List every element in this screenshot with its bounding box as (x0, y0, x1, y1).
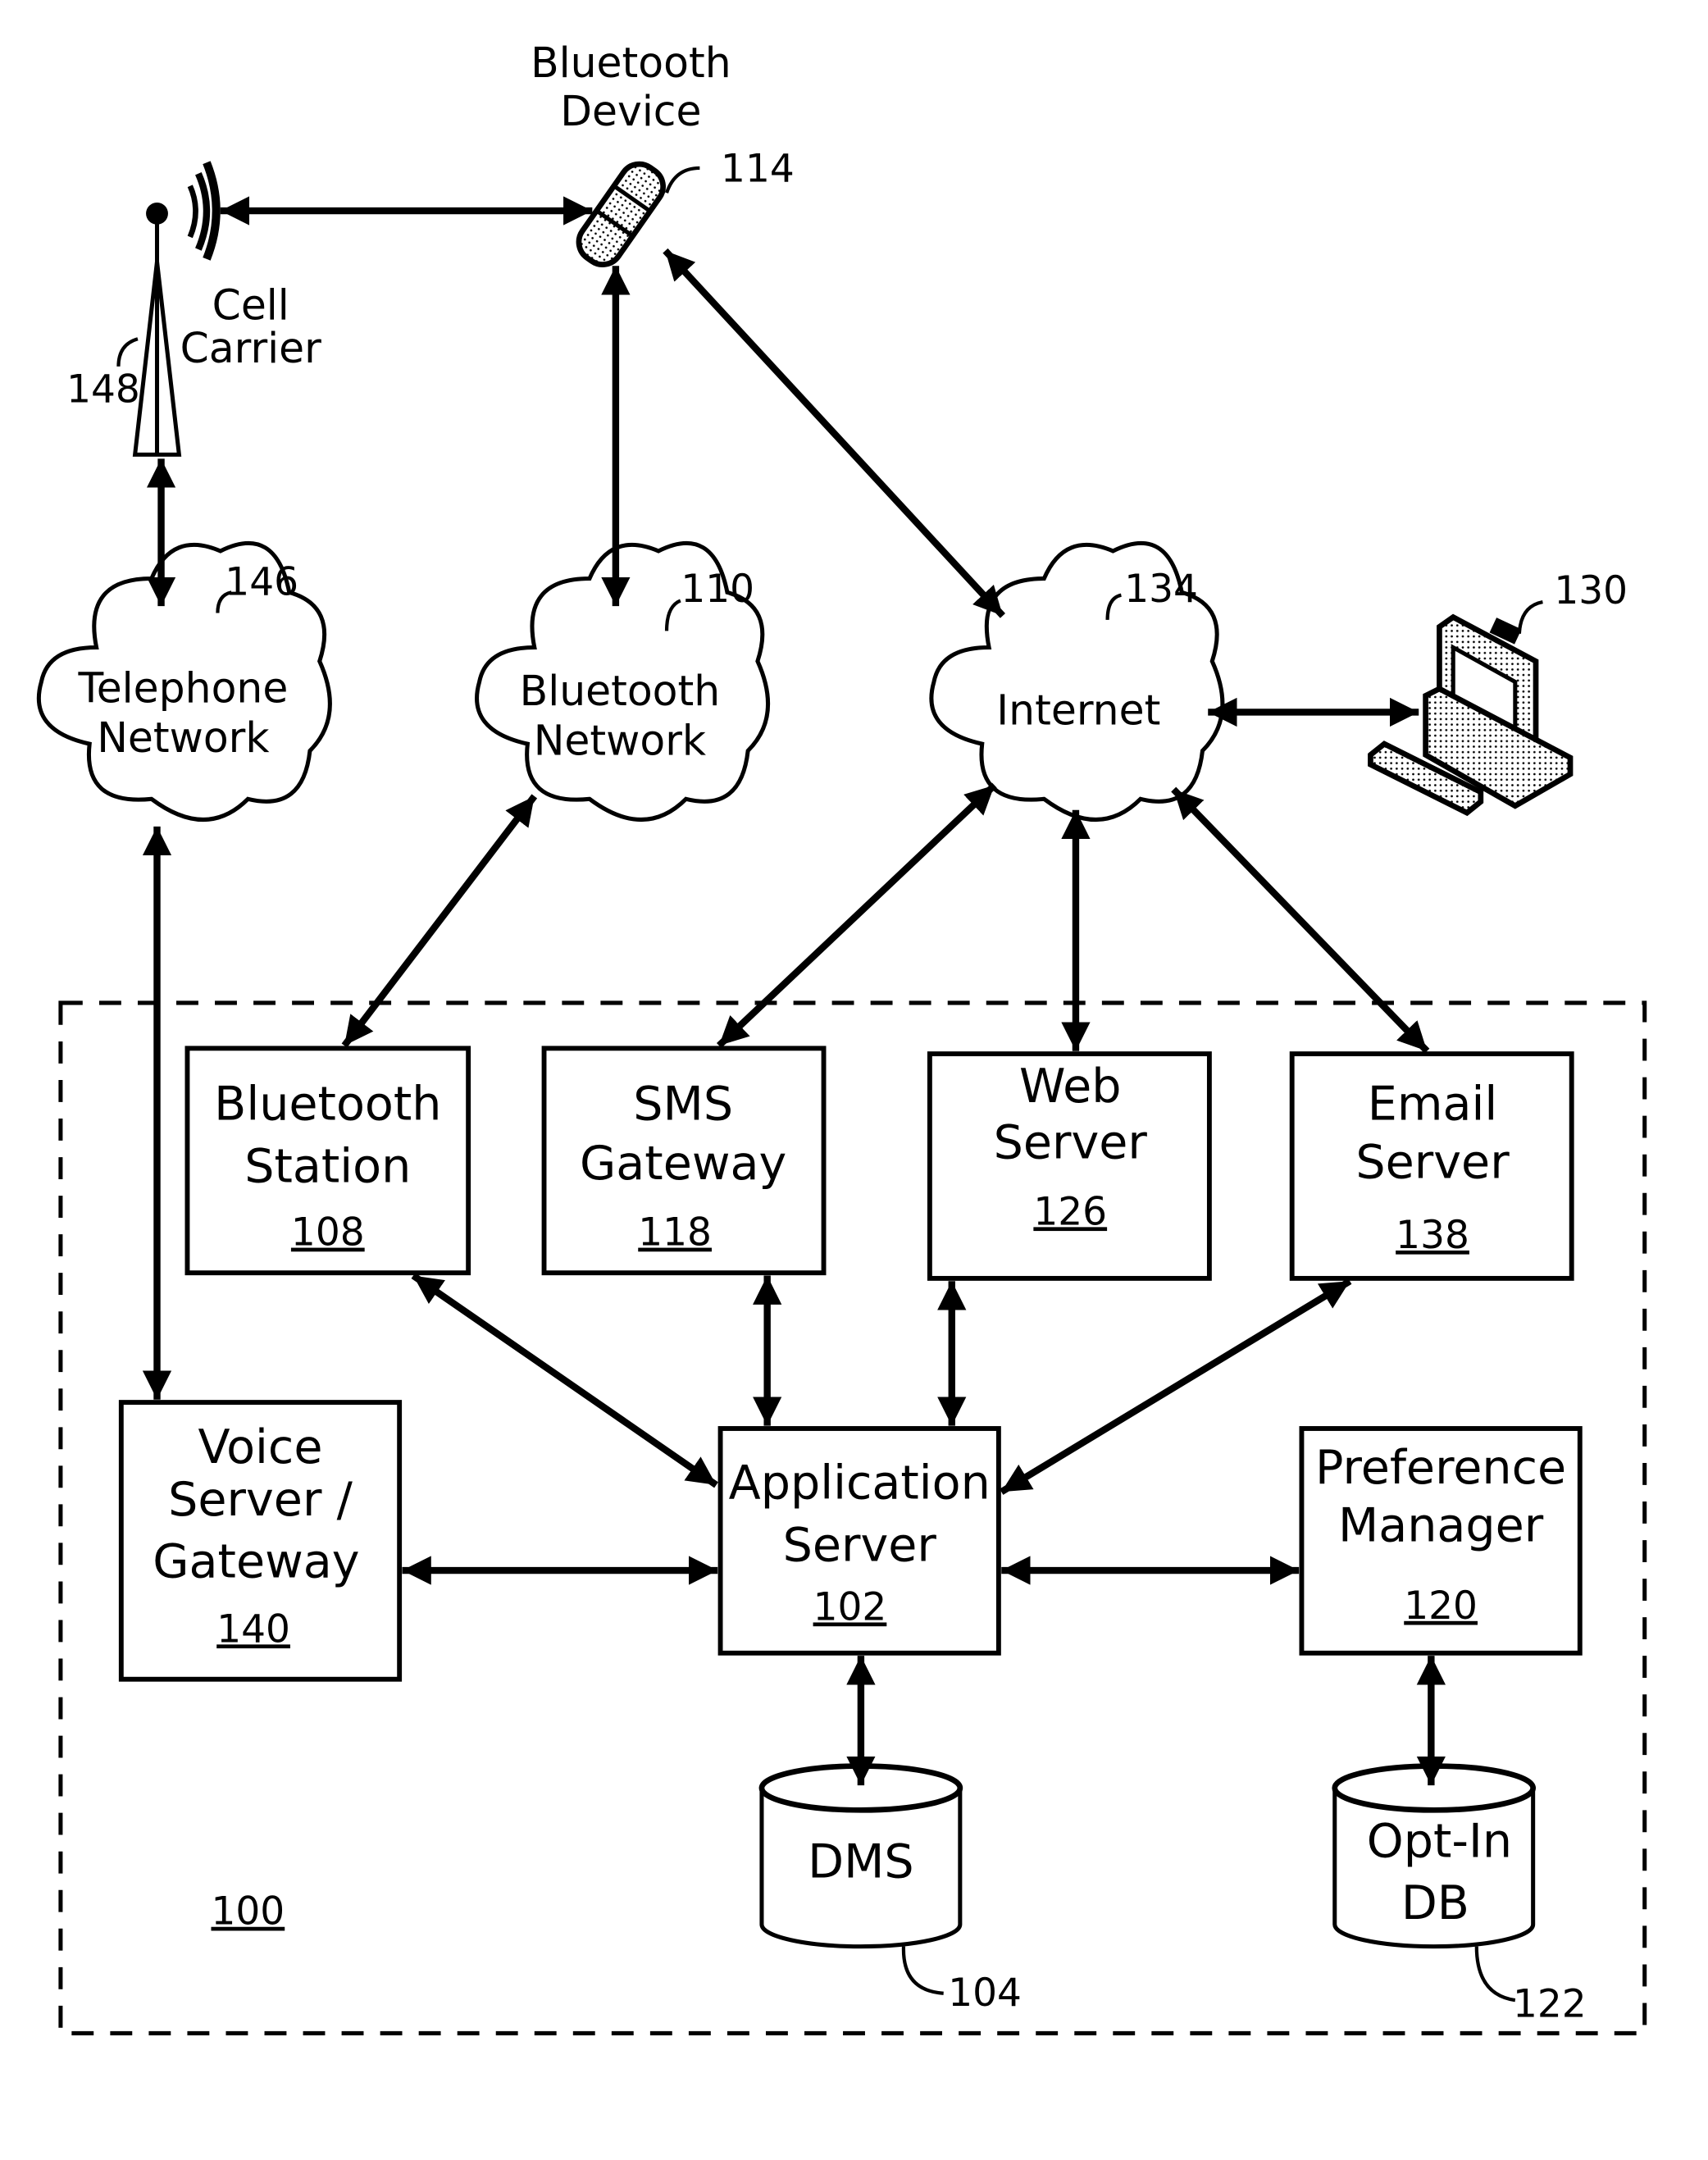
email-server-label-2: Server (1355, 1135, 1510, 1189)
opt-in-db-label-2: DB (1401, 1876, 1469, 1930)
email-server-ref: 138 (1396, 1213, 1469, 1258)
application-server-label-2: Server (783, 1518, 937, 1572)
cell-carrier-label-2: Carrier (180, 324, 322, 372)
cell-tower-icon (132, 161, 221, 457)
internet-label: Internet (996, 686, 1160, 735)
bluetooth-station-box: Bluetooth Station 108 (184, 1046, 471, 1276)
mobile-phone-icon (576, 161, 666, 267)
sms-gateway-ref: 118 (638, 1210, 712, 1255)
system-diagram: 100 Cell Carrier 148 Bluetooth Device 11… (36, 39, 1647, 2035)
web-server-label: Web (1019, 1059, 1122, 1114)
voice-server-ref: 140 (216, 1606, 290, 1652)
sms-gateway-label-2: Gateway (580, 1137, 786, 1191)
web-server-ref: 126 (1033, 1189, 1107, 1234)
web-server-box: Web Server 126 (927, 1051, 1212, 1281)
bluetooth-device-label: Bluetooth (531, 39, 731, 87)
opt-in-db-icon: Opt-In DB (1332, 1763, 1537, 1949)
bluetooth-device-label-2: Device (560, 87, 701, 135)
computer-ref: 130 (1554, 568, 1628, 613)
arrow-bt-network-bt-station (341, 794, 538, 1048)
bluetooth-network-ref: 110 (681, 567, 754, 612)
application-server-ref: 102 (813, 1584, 887, 1629)
dms-ref: 104 (948, 1971, 1022, 2016)
telephone-network-label-2: Network (97, 713, 270, 762)
web-server-label-2: Server (994, 1116, 1148, 1170)
system-ref: 100 (211, 1889, 285, 1934)
voice-server-label-3: Gateway (153, 1534, 359, 1588)
sms-gateway-label: SMS (633, 1078, 733, 1132)
voice-server-label: Voice (198, 1420, 322, 1474)
arrow-email-app (1000, 1278, 1352, 1495)
telephone-network-label: Telephone (77, 664, 288, 713)
bluetooth-network-label: Bluetooth (520, 667, 721, 715)
cell-carrier-ref: 148 (66, 367, 140, 412)
opt-in-db-ref: 122 (1513, 1981, 1587, 2026)
bluetooth-network-label-2: Network (534, 717, 707, 765)
email-server-box: Email Server 138 (1289, 1051, 1574, 1281)
email-server-label: Email (1368, 1078, 1497, 1132)
application-server-label: Application (729, 1456, 991, 1511)
voice-server-box: Voice Server / Gateway 140 (118, 1400, 403, 1682)
telephone-network-ref: 146 (225, 560, 298, 605)
arrow-bt-station-app (411, 1273, 718, 1488)
bluetooth-station-label-2: Station (244, 1139, 411, 1193)
bluetooth-station-label: Bluetooth (214, 1078, 441, 1132)
preference-manager-box: Preference Manager 120 (1299, 1426, 1583, 1656)
preference-manager-label: Preference (1315, 1441, 1566, 1495)
voice-server-label-2: Server / (168, 1473, 353, 1527)
dms-label: DMS (808, 1835, 914, 1889)
arrow-internet-sms (716, 782, 997, 1049)
cell-carrier-label: Cell (212, 281, 289, 330)
sms-gateway-box: SMS Gateway 118 (541, 1046, 827, 1276)
application-server-box: Application Server 102 (717, 1426, 1001, 1656)
opt-in-db-label: Opt-In (1367, 1814, 1512, 1868)
bluetooth-device-ref: 114 (721, 147, 795, 192)
arrow-internet-email (1171, 786, 1430, 1054)
bluetooth-station-ref: 108 (291, 1210, 365, 1255)
preference-manager-label-2: Manager (1338, 1499, 1544, 1553)
internet-ref: 134 (1124, 567, 1198, 612)
preference-manager-ref: 120 (1404, 1584, 1478, 1629)
dms-database-icon: DMS (758, 1763, 963, 1949)
